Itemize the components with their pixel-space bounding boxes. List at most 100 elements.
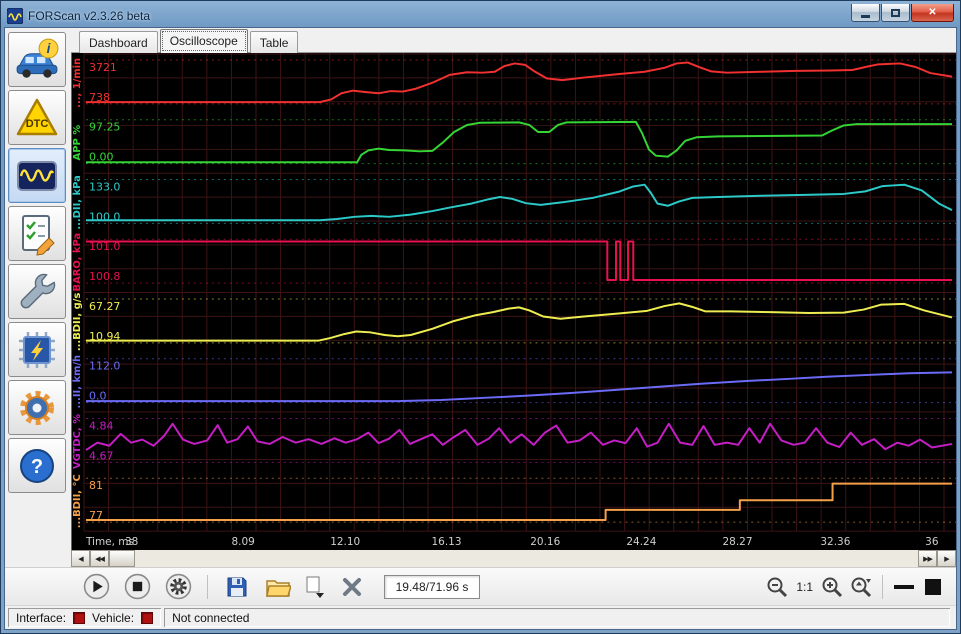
svg-text:?: ? <box>31 456 43 478</box>
status-text: Not connected <box>172 610 250 625</box>
zoom-out-button[interactable] <box>764 571 790 603</box>
close-icon: ✕ <box>928 7 937 18</box>
svg-text:...II, km/h: ...II, km/h <box>72 355 83 409</box>
scroll-left-button[interactable]: ◀ <box>71 550 90 567</box>
tab-oscilloscope[interactable]: Oscilloscope <box>159 29 248 53</box>
svg-text:28.27: 28.27 <box>723 536 753 548</box>
stop-icon <box>124 573 150 600</box>
vehicle-label: Vehicle: <box>92 610 135 625</box>
disconnect-button[interactable] <box>335 571 369 603</box>
svg-text:VGTDC, %: VGTDC, % <box>72 414 83 469</box>
svg-text:97.25: 97.25 <box>89 121 120 134</box>
oscilloscope-canvas: 3721738..., 1/min97.250.00APP %133.0100.… <box>72 53 956 550</box>
zoom-amplitude-button[interactable] <box>848 571 874 603</box>
tab-dashboard[interactable]: Dashboard <box>79 31 158 53</box>
zoom-in-button[interactable] <box>819 571 845 603</box>
svg-text:100.8: 100.8 <box>89 270 120 283</box>
interface-status-led <box>73 611 86 624</box>
oscilloscope-plot[interactable]: 3721 738..., 1/min 97.25 0.00 APP % 133.0 100.… <box>71 53 956 550</box>
minimize-icon <box>861 14 870 18</box>
play-button[interactable] <box>79 571 113 603</box>
forscan-window: FORScan v2.3.26 beta ✕ i DTC ? Dashboard… <box>0 0 961 634</box>
scroll-page-left-icon: ◀◀ <box>95 555 105 563</box>
svg-text:4.67: 4.67 <box>89 449 113 462</box>
scroll-left-icon: ◀ <box>78 555 83 563</box>
svg-text:36: 36 <box>925 536 938 548</box>
line-style-button[interactable] <box>891 571 917 603</box>
sidebar-item-help[interactable]: ? <box>8 438 66 493</box>
dtc-warning-icon: DTC <box>16 98 58 135</box>
svg-text:81: 81 <box>89 479 103 492</box>
sidebar-item-tests[interactable] <box>8 206 66 261</box>
svg-text:...BDII, g/s: ...BDII, g/s <box>72 293 83 351</box>
help-icon: ? <box>20 448 54 483</box>
open-button[interactable] <box>261 571 295 603</box>
toolbar-separator <box>882 574 883 599</box>
window-title: FORScan v2.3.26 beta <box>28 8 151 23</box>
save-button[interactable] <box>220 571 254 603</box>
scrollbar-track[interactable] <box>135 550 918 567</box>
toolbar-separator <box>207 574 208 599</box>
svg-text:3721: 3721 <box>89 61 117 74</box>
sidebar-item-oscilloscope[interactable] <box>8 148 66 203</box>
filled-square-icon <box>925 578 941 595</box>
thick-line-icon <box>894 584 914 589</box>
svg-text:DTC: DTC <box>26 118 49 130</box>
connection-indicators: Interface: Vehicle: <box>8 608 161 627</box>
time-position-display: 19.48/71.96 s <box>384 574 480 599</box>
scrollbar-thumb[interactable] <box>109 550 135 567</box>
svg-text:100.0: 100.0 <box>89 210 120 223</box>
stop-button[interactable] <box>120 571 154 603</box>
tab-table[interactable]: Table <box>249 31 299 53</box>
gear-icon <box>20 390 54 425</box>
titlebar: FORScan v2.3.26 beta ✕ <box>4 4 957 27</box>
disconnect-x-icon <box>343 577 361 596</box>
svg-text:APP %: APP % <box>72 125 83 161</box>
block-style-button[interactable] <box>920 571 946 603</box>
chip-icon <box>19 331 55 368</box>
scroll-page-right-icon: ▶▶ <box>923 555 933 563</box>
close-button[interactable]: ✕ <box>911 4 954 22</box>
play-icon <box>83 573 109 600</box>
toolbar: 19.48/71.96 s 1:1 <box>5 567 956 605</box>
svg-text:4.84: 4.84 <box>89 420 113 433</box>
tab-bar: Dashboard Oscilloscope Table <box>71 28 956 53</box>
svg-text:16.13: 16.13 <box>432 536 462 548</box>
sidebar-item-service[interactable] <box>8 264 66 319</box>
sidebar-item-vehicle-info[interactable]: i <box>8 32 66 87</box>
open-folder-icon <box>266 579 291 597</box>
svg-text:BARO, kPa: BARO, kPa <box>72 233 83 292</box>
maximize-button[interactable] <box>881 4 910 22</box>
horizontal-scrollbar[interactable]: ◀ ◀◀ ▶▶ ▶ <box>71 550 956 567</box>
svg-text:133.0: 133.0 <box>89 180 120 193</box>
record-settings-button[interactable] <box>161 571 195 603</box>
minimize-button[interactable] <box>851 4 880 22</box>
save-icon <box>227 577 247 596</box>
maximize-icon <box>891 8 900 17</box>
oscilloscope-icon <box>17 160 57 191</box>
scroll-page-left-button[interactable]: ◀◀ <box>90 550 109 567</box>
sidebar: i DTC ? <box>5 28 71 567</box>
sidebar-item-dtc[interactable]: DTC <box>8 90 66 145</box>
sidebar-item-settings[interactable] <box>8 380 66 435</box>
scroll-right-icon: ▶ <box>944 555 949 563</box>
export-dropdown-button[interactable] <box>302 571 328 603</box>
toolbar-gear-icon <box>165 573 191 600</box>
sidebar-item-programming[interactable] <box>8 322 66 377</box>
interface-label: Interface: <box>16 610 67 625</box>
zoom-amplitude-icon <box>851 577 872 597</box>
svg-text:24.24: 24.24 <box>626 536 656 548</box>
zoom-in-icon <box>822 577 843 597</box>
wrench-icon <box>20 273 56 308</box>
app-icon <box>7 7 23 24</box>
svg-text:i: i <box>47 41 51 56</box>
svg-text:67.27: 67.27 <box>89 300 120 313</box>
svg-text:38: 38 <box>125 536 138 548</box>
zoom-scale-label: 1:1 <box>796 579 813 594</box>
car-info-icon: i <box>16 38 59 78</box>
svg-text:8.09: 8.09 <box>231 536 254 548</box>
svg-text:...DII, kPa: ...DII, kPa <box>72 175 83 229</box>
scroll-page-right-button[interactable]: ▶▶ <box>918 550 937 567</box>
scroll-right-button[interactable]: ▶ <box>937 550 956 567</box>
svg-text:...BDII, °C: ...BDII, °C <box>72 474 83 528</box>
